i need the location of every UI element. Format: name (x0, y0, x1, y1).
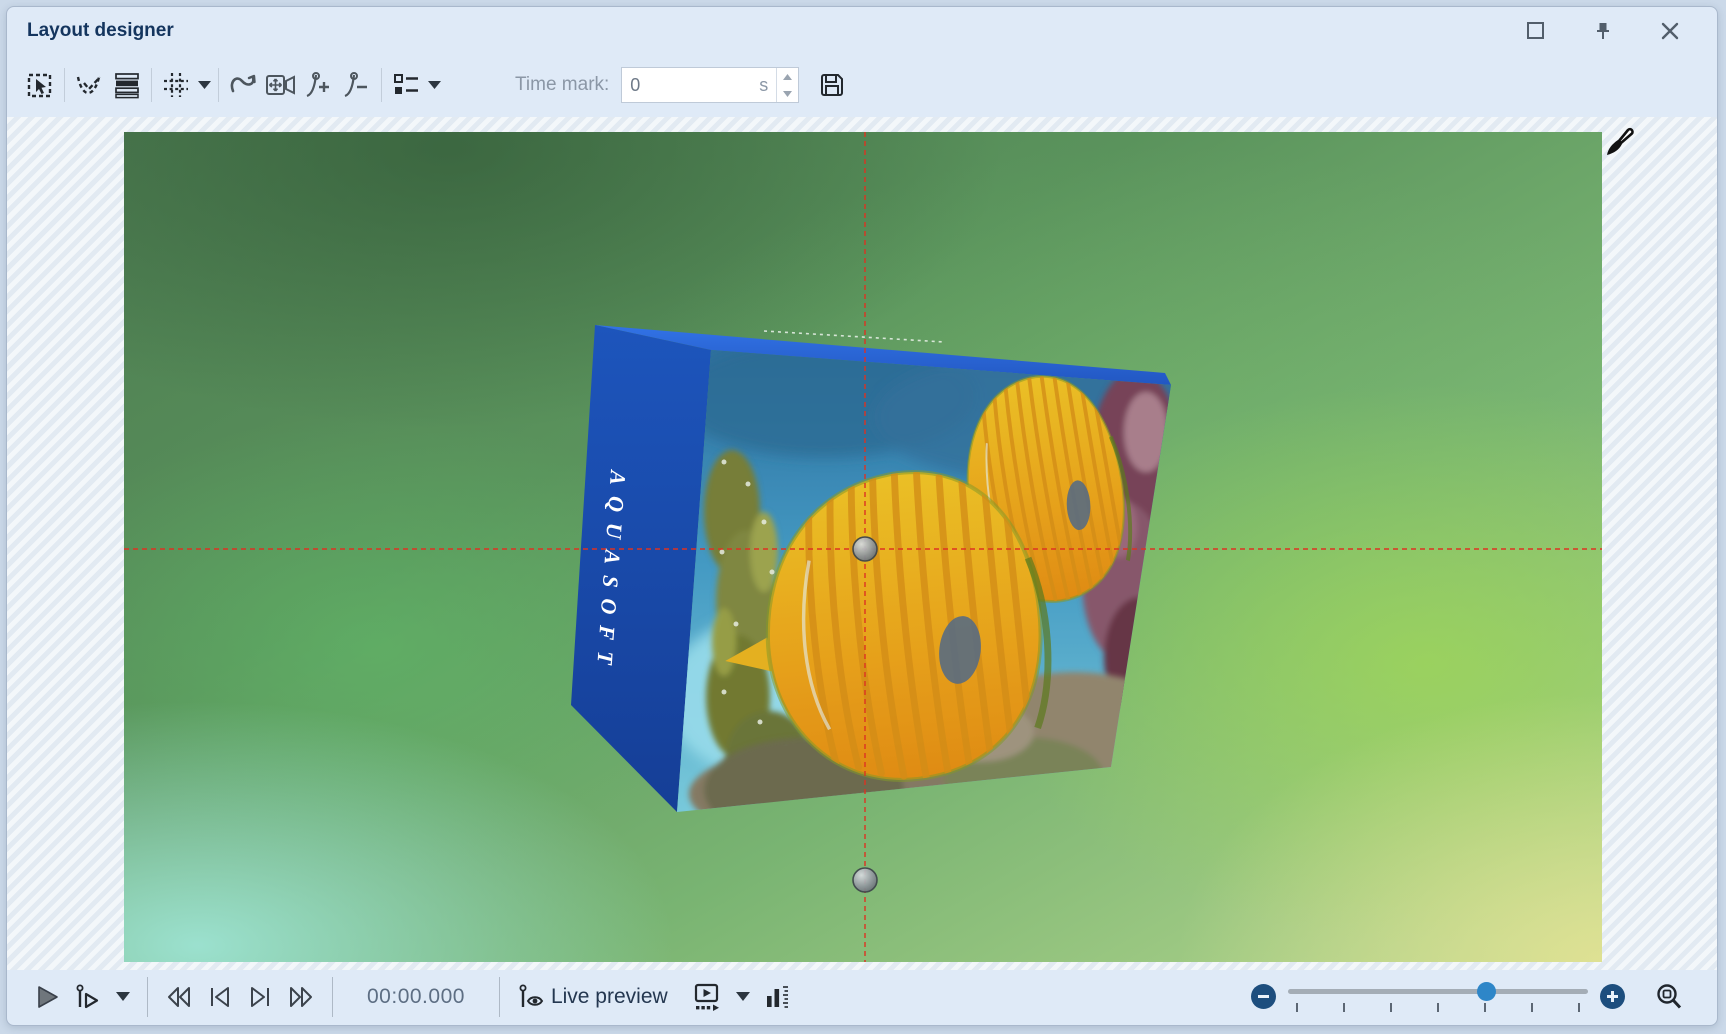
object-list-icon (391, 70, 421, 100)
preview-window-button[interactable] (685, 977, 729, 1017)
motion-curve-button[interactable] (224, 66, 262, 104)
zoom-fit-icon (1654, 982, 1684, 1012)
time-mark-unit: s (759, 75, 776, 96)
skip-forward-icon (287, 984, 315, 1010)
motion-curve-icon (227, 69, 259, 101)
save-icon (818, 71, 846, 99)
playback-separator (499, 977, 500, 1017)
zoom-fit-button[interactable] (1647, 977, 1691, 1017)
layout-designer-panel: Layout designer (6, 6, 1718, 1026)
maximize-button[interactable] (1523, 18, 1549, 44)
window-controls (1523, 18, 1683, 44)
play-from-position-icon (74, 983, 102, 1011)
object-list-button[interactable] (387, 66, 425, 104)
add-keypoint-icon (303, 70, 335, 100)
preview-window-icon (692, 982, 722, 1012)
layout-canvas[interactable]: AQUASOFT (124, 132, 1602, 962)
rotation-handle[interactable] (853, 868, 877, 892)
grid-button[interactable] (157, 66, 195, 104)
grid-dropdown[interactable] (195, 66, 213, 104)
brush-icon (1595, 123, 1637, 165)
object-list-dropdown[interactable] (425, 66, 443, 104)
toolbar-separator (381, 68, 382, 102)
skip-to-start-icon (165, 984, 193, 1010)
time-mark-input[interactable] (622, 75, 759, 96)
previous-frame-icon (207, 984, 233, 1010)
pin-icon (1591, 19, 1615, 43)
path-select-icon (73, 70, 105, 100)
zoom-slider[interactable] (1288, 980, 1588, 1014)
audio-levels-icon (764, 983, 792, 1011)
arrange-layers-icon (112, 70, 142, 100)
close-button[interactable] (1657, 18, 1683, 44)
select-tool-icon (25, 70, 55, 100)
time-mark-field: s (621, 67, 799, 103)
zoom-in-icon (1606, 990, 1619, 1003)
toolbar-separator (64, 68, 65, 102)
play-from-position-button[interactable] (67, 977, 109, 1017)
cube-object[interactable]: AQUASOFT (571, 325, 1214, 856)
toolbar-separator (151, 68, 152, 102)
time-mark-label: Time mark: (515, 74, 609, 96)
panel-title: Layout designer (27, 20, 174, 42)
next-frame-icon (247, 984, 273, 1010)
remove-keypoint-button[interactable] (338, 66, 376, 104)
camera-pan-icon (264, 70, 298, 100)
playback-bar: 00:00.000 Live preview (7, 968, 1717, 1025)
play-button[interactable] (27, 977, 67, 1017)
spinner-up-button[interactable] (777, 68, 798, 85)
next-frame-button[interactable] (240, 977, 280, 1017)
live-preview-button[interactable]: Live preview (510, 977, 685, 1017)
zoom-slider-ticks (1296, 1003, 1580, 1012)
close-icon (1658, 19, 1682, 43)
previous-frame-button[interactable] (200, 977, 240, 1017)
playback-separator (147, 977, 148, 1017)
audio-levels-button[interactable] (757, 977, 799, 1017)
skip-forward-button[interactable] (280, 977, 322, 1017)
path-select-button[interactable] (70, 66, 108, 104)
zoom-out-icon (1257, 990, 1270, 1003)
skip-to-start-button[interactable] (158, 977, 200, 1017)
save-time-mark-button[interactable] (813, 66, 851, 104)
center-handle[interactable] (853, 537, 877, 561)
live-preview-label: Live preview (551, 985, 668, 1009)
cube-front-photo (664, 337, 1214, 856)
zoom-slider-track[interactable] (1288, 989, 1588, 994)
play-options-dropdown[interactable] (109, 977, 137, 1017)
zoom-slider-thumb[interactable] (1477, 982, 1496, 1001)
playback-separator (332, 977, 333, 1017)
zoom-in-button[interactable] (1600, 984, 1625, 1009)
time-mark-spinner (776, 68, 798, 102)
grid-icon (161, 70, 191, 100)
remove-keypoint-icon (341, 70, 373, 100)
screen: { "window": { "title": "Layout designer"… (0, 0, 1726, 1034)
arrange-layers-button[interactable] (108, 66, 146, 104)
time-display: 00:00.000 (367, 985, 465, 1009)
spinner-down-button[interactable] (777, 85, 798, 102)
preview-options-dropdown[interactable] (729, 977, 757, 1017)
workspace: AQUASOFT (7, 117, 1717, 970)
select-tool-button[interactable] (21, 66, 59, 104)
play-icon (34, 984, 60, 1010)
camera-pan-button[interactable] (262, 66, 300, 104)
zoom-out-button[interactable] (1251, 984, 1276, 1009)
titlebar: Layout designer (7, 7, 1717, 53)
pin-button[interactable] (1590, 18, 1616, 44)
toolbar-separator (218, 68, 219, 102)
add-keypoint-button[interactable] (300, 66, 338, 104)
maximize-icon (1524, 19, 1548, 43)
pin-eye-icon (517, 983, 547, 1011)
toolbar: Time mark: s (7, 53, 1717, 117)
